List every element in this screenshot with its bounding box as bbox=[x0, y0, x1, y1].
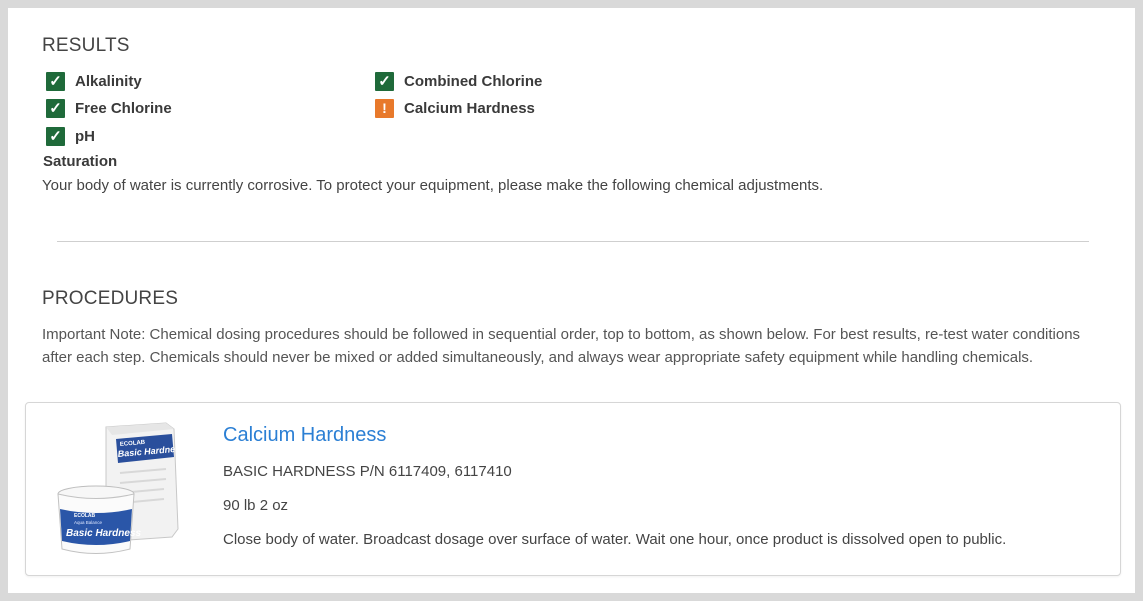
dosage-instructions: Close body of water. Broadcast dosage ov… bbox=[223, 531, 1007, 548]
svg-text:ECOLAB: ECOLAB bbox=[74, 513, 96, 519]
procedure-card: ECOLAB Basic Hardness ECOLAB Aqua Balanc… bbox=[25, 402, 1121, 576]
important-note: Important Note: Chemical dosing procedur… bbox=[42, 326, 1081, 366]
check-icon: ✓ bbox=[46, 126, 65, 146]
results-heading: RESULTS bbox=[42, 35, 130, 56]
saturation-text: Your body of water is currently corrosiv… bbox=[42, 177, 824, 194]
check-icon: ✓ bbox=[46, 98, 65, 118]
result-label: Calcium Hardness bbox=[404, 99, 535, 117]
report-panel: RESULTS ✓ Alkalinity ✓ Combined Chlorine… bbox=[8, 8, 1135, 593]
result-ph: ✓ pH bbox=[46, 126, 95, 146]
section-divider bbox=[57, 241, 1089, 242]
svg-text:Basic Hardness: Basic Hardness bbox=[66, 528, 141, 539]
result-label: pH bbox=[75, 127, 95, 145]
dosage-amount: 90 lb 2 oz bbox=[223, 497, 289, 514]
result-calcium-hardness: ! Calcium Hardness bbox=[375, 98, 535, 118]
result-combined-chlorine: ✓ Combined Chlorine bbox=[375, 71, 542, 91]
result-label: Alkalinity bbox=[75, 72, 142, 90]
result-label: Free Chlorine bbox=[75, 99, 172, 117]
product-name: BASIC HARDNESS P/N 6117409, 6117410 bbox=[223, 463, 512, 480]
check-icon: ✓ bbox=[375, 71, 394, 91]
result-alkalinity: ✓ Alkalinity bbox=[46, 71, 142, 91]
check-icon: ✓ bbox=[46, 71, 65, 91]
exclamation-icon: ! bbox=[375, 98, 394, 118]
result-free-chlorine: ✓ Free Chlorine bbox=[46, 98, 172, 118]
result-label: Combined Chlorine bbox=[404, 72, 543, 90]
procedures-heading: PROCEDURES bbox=[42, 288, 179, 309]
svg-text:Aqua Balance: Aqua Balance bbox=[74, 520, 103, 525]
product-image: ECOLAB Basic Hardness ECOLAB Aqua Balanc… bbox=[57, 422, 185, 554]
procedure-title-link[interactable]: Calcium Hardness bbox=[223, 424, 386, 447]
saturation-label: Saturation bbox=[43, 153, 118, 170]
